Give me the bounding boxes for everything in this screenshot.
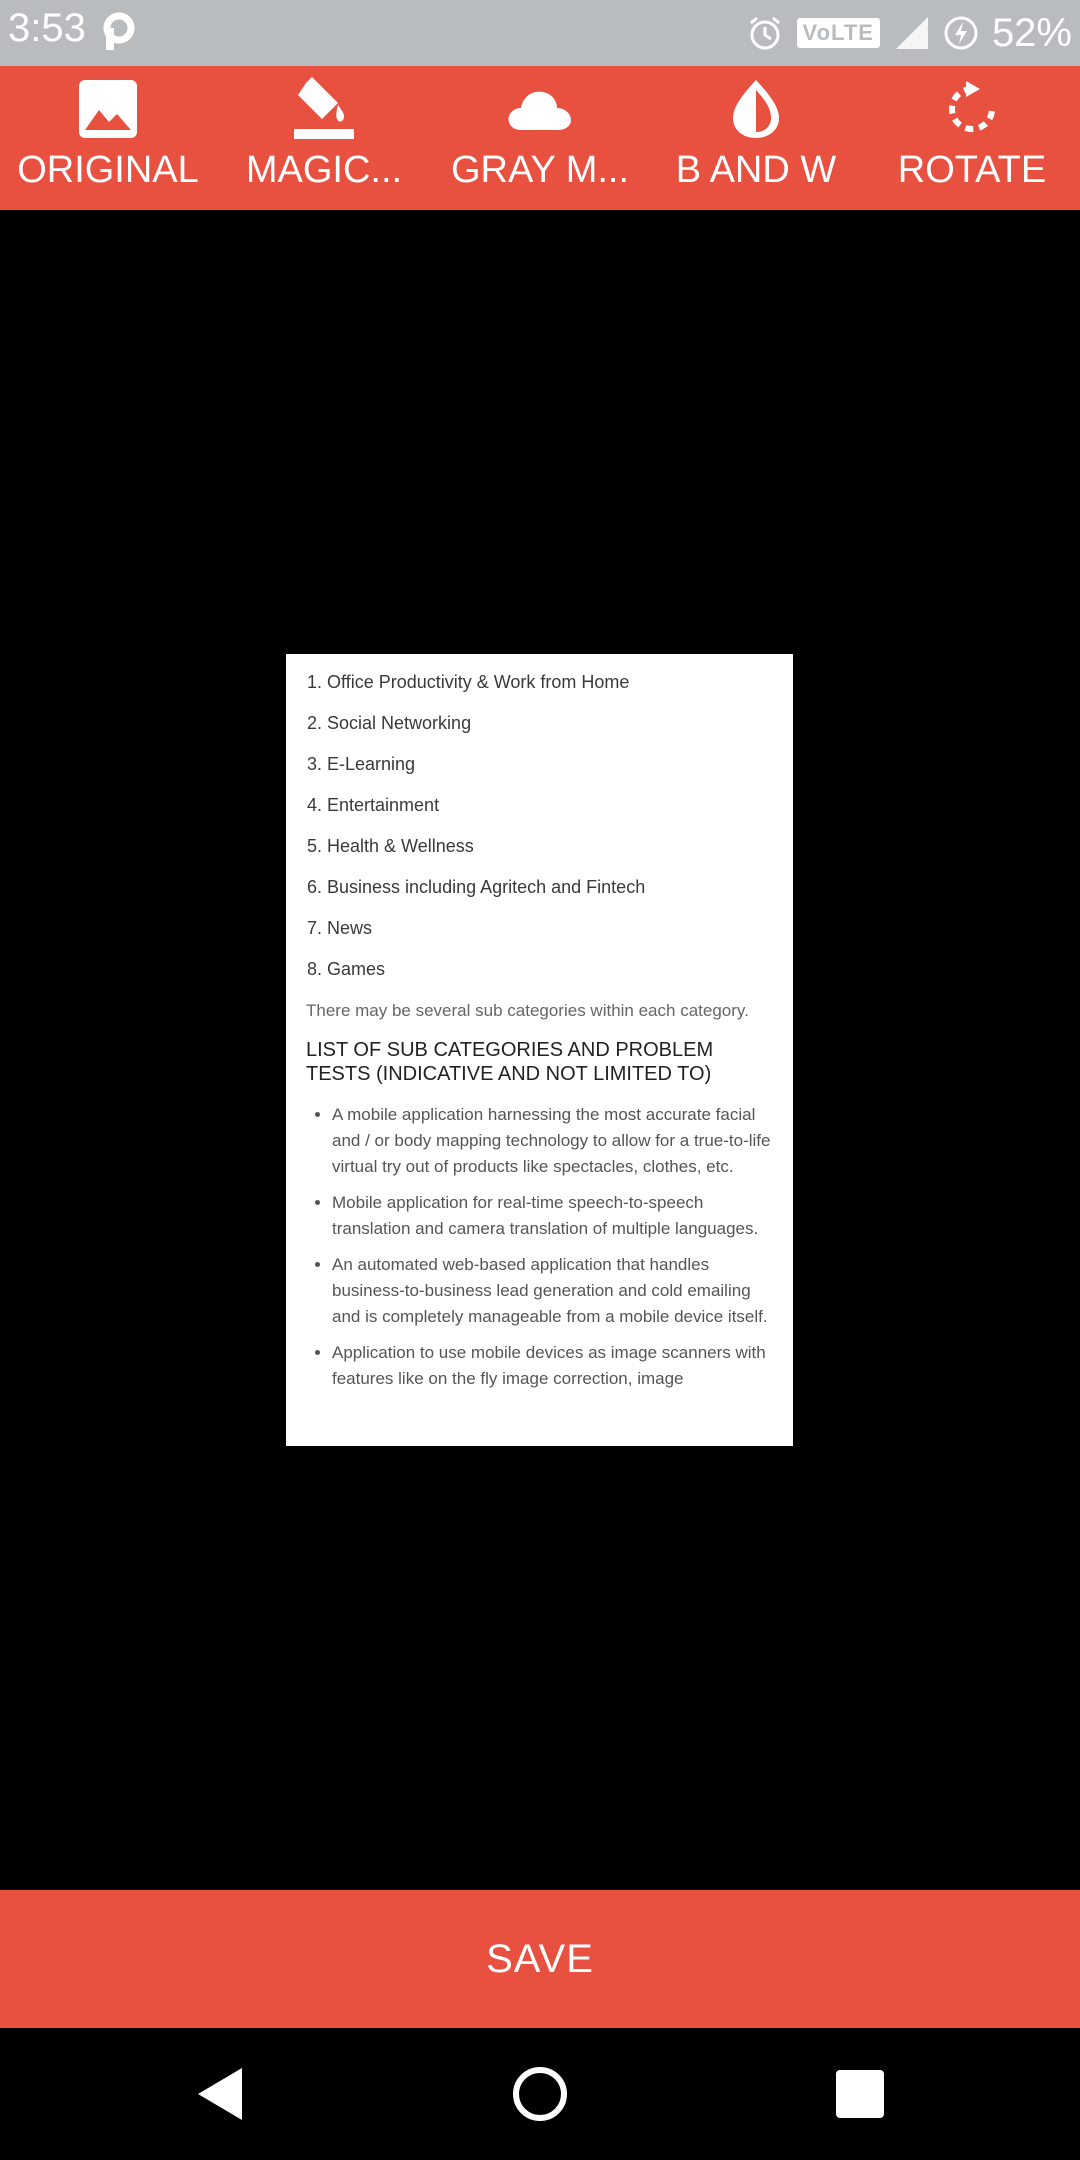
- subcategory-item: A mobile application harnessing the most…: [332, 1102, 773, 1180]
- tool-rotate-label: ROTATE: [897, 149, 1047, 191]
- subcategory-heading: LIST OF SUB CATEGORIES AND PROBLEM TESTS…: [306, 1039, 714, 1085]
- subcategory-item: An automated web-based application that …: [332, 1252, 773, 1330]
- cloud-icon: [508, 91, 571, 130]
- category-item: 3. E-Learning: [307, 754, 416, 774]
- p-app-icon: [103, 12, 135, 50]
- document-preview[interactable]: 1. Office Productivity & Work from Home …: [286, 654, 793, 1446]
- home-icon[interactable]: [510, 2064, 570, 2124]
- tool-magic-label: MAGIC...: [245, 149, 403, 191]
- category-item: 2. Social Networking: [307, 713, 472, 733]
- status-bar: 3:53 VoLTE 52%: [0, 0, 1080, 66]
- back-icon[interactable]: [190, 2064, 250, 2124]
- status-time: 3:53: [8, 6, 86, 50]
- filter-toolbar: ORIGINAL MAGIC... GRAY M... B AND W ROTA…: [0, 66, 1080, 210]
- tool-magic[interactable]: MAGIC...: [216, 66, 432, 210]
- recents-icon[interactable]: [830, 2064, 890, 2124]
- category-item: 6. Business including Agritech and Finte…: [307, 877, 646, 897]
- category-item: 4. Entertainment: [307, 795, 440, 815]
- navigation-bar: [0, 2028, 1080, 2160]
- battery-percentage: 52%: [991, 11, 1072, 55]
- tool-rotate[interactable]: ROTATE: [864, 66, 1080, 210]
- tool-black-white-label: B AND W: [675, 149, 837, 191]
- category-item: 7. News: [307, 918, 373, 938]
- tool-black-white[interactable]: B AND W: [648, 66, 864, 210]
- image-icon: [79, 80, 137, 138]
- save-button[interactable]: SAVE: [0, 1890, 1080, 2028]
- alarm-icon: [749, 16, 780, 50]
- signal-icon: [895, 17, 928, 49]
- subcategory-list: A mobile application harnessing the most…: [306, 1102, 773, 1392]
- tool-original-label: ORIGINAL: [17, 149, 199, 191]
- drop-icon: [733, 80, 779, 138]
- category-item: 5. Health & Wellness: [307, 836, 474, 856]
- category-item: 1. Office Productivity & Work from Home: [307, 672, 630, 692]
- category-note: There may be several sub categories with…: [306, 1001, 749, 1020]
- subcategory-item: Mobile application for real-time speech-…: [332, 1190, 773, 1242]
- tool-original[interactable]: ORIGINAL: [0, 66, 216, 210]
- tool-gray-mode[interactable]: GRAY M...: [432, 66, 648, 210]
- tool-gray-mode-label: GRAY M...: [450, 149, 630, 191]
- category-item: 8. Games: [307, 959, 386, 979]
- paint-bucket-icon: [294, 77, 354, 139]
- subcategory-item: Application to use mobile devices as ima…: [332, 1340, 773, 1392]
- battery-icon: [944, 16, 978, 50]
- volte-icon: VoLTE: [796, 18, 880, 48]
- rotate-icon: [949, 81, 995, 132]
